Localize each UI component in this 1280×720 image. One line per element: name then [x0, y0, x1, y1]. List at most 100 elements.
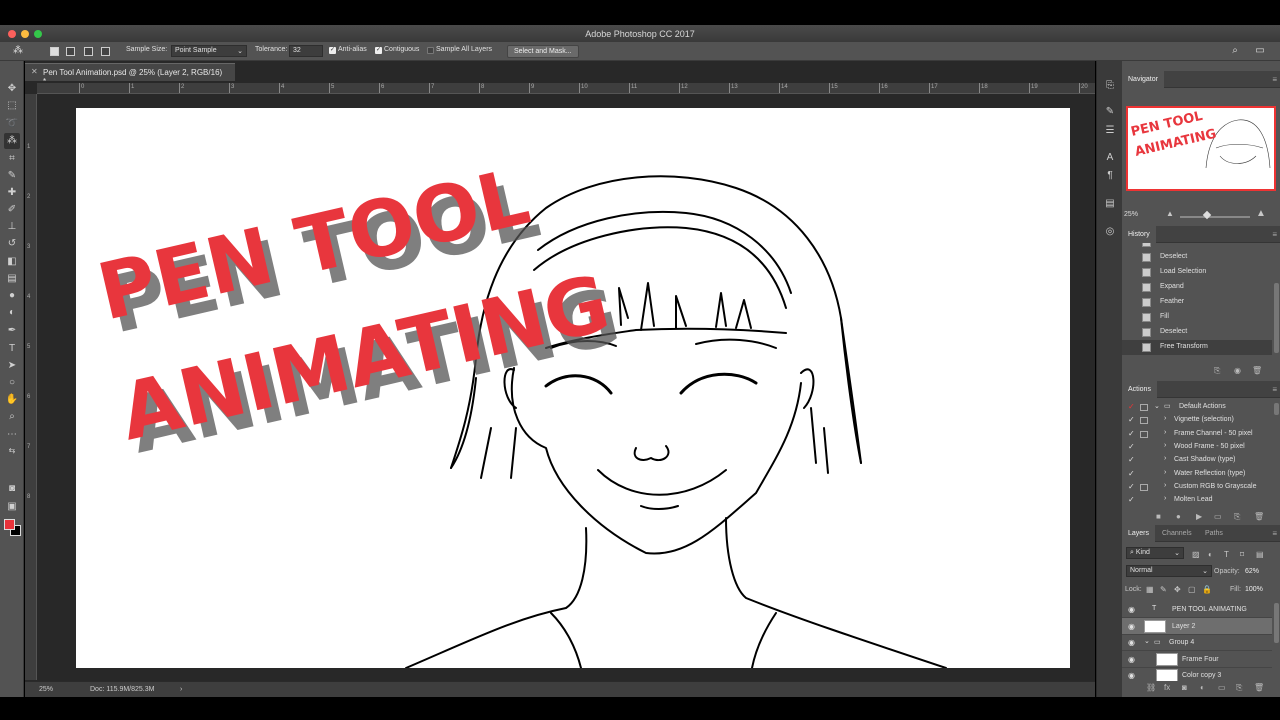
sample-size-select[interactable]: Point Sample ⌄	[171, 45, 247, 57]
screen-mode-icon[interactable]: ▣	[4, 499, 20, 515]
foreground-color-swatch[interactable]	[4, 519, 15, 530]
action-toggle-icon[interactable]: ✓	[1128, 469, 1135, 478]
history-item[interactable]: Free Transform	[1122, 340, 1272, 355]
delete-layer-icon[interactable]: 🗑	[1254, 683, 1264, 692]
history-item[interactable]: Fill	[1122, 310, 1272, 325]
contiguous-checkbox[interactable]: ✓	[375, 47, 382, 54]
lock-all-icon[interactable]: 🔒	[1202, 585, 1212, 594]
dialog-toggle-icon[interactable]	[1140, 404, 1148, 411]
select-and-mask-button[interactable]: Select and Mask...	[507, 45, 579, 58]
filter-adjustment-icon[interactable]: ◐	[1208, 550, 1213, 559]
visibility-eye-icon[interactable]: ◉	[1128, 638, 1135, 647]
zoom-tool-icon[interactable]: ⌕	[4, 409, 20, 425]
more-tools-icon[interactable]: ⋯	[4, 427, 20, 443]
lock-position-icon[interactable]: ✥	[1174, 585, 1181, 594]
tab-history[interactable]: History	[1122, 226, 1156, 243]
blur-tool-icon[interactable]: ●	[4, 288, 20, 304]
navigator-thumbnail[interactable]: PEN TOOL ANIMATING	[1126, 106, 1276, 191]
zoom-in-icon[interactable]: ▲	[1256, 208, 1266, 219]
delete-action-icon[interactable]: 🗑	[1254, 512, 1264, 521]
new-selection-mode-button[interactable]	[50, 47, 59, 56]
navigator-zoom-slider[interactable]	[1180, 216, 1250, 218]
dialog-toggle-icon[interactable]	[1140, 483, 1148, 491]
action-toggle-icon[interactable]: ✓	[1128, 429, 1135, 438]
lock-transparent-icon[interactable]: ▦	[1146, 585, 1154, 594]
layer-row[interactable]: ◉ Frame Four	[1122, 651, 1272, 668]
filter-type-icon[interactable]: T	[1224, 550, 1229, 559]
play-icon[interactable]: ▶	[1196, 512, 1202, 521]
stop-recording-icon[interactable]: ■	[1156, 512, 1161, 521]
action-item[interactable]: ✓ › Cast Shadow (type)	[1122, 454, 1272, 467]
libraries-icon[interactable]: ◎	[1103, 225, 1117, 239]
move-tool-icon[interactable]: ✥	[4, 81, 20, 97]
vertical-ruler[interactable]: 1 2 3 4 5 6 7 8	[25, 94, 37, 680]
chevron-down-icon[interactable]: ⌄	[1154, 402, 1160, 410]
chevron-right-icon[interactable]: ›	[1164, 482, 1166, 489]
anti-alias-checkbox[interactable]: ✓	[329, 47, 336, 54]
marquee-tool-icon[interactable]: ⬚	[4, 98, 20, 114]
workspace-icon[interactable]: ▭	[1254, 45, 1266, 57]
horizontal-ruler[interactable]: 0 1 2 3 4 5 6 7 8 9 10 11 12 13 14 15 16 17 18 19 20	[37, 83, 1095, 94]
history-item[interactable]: Clear	[1122, 243, 1272, 250]
action-item[interactable]: ✓ › Wood Frame - 50 pixel	[1122, 441, 1272, 454]
actions-scrollbar[interactable]	[1274, 403, 1279, 415]
new-document-from-state-icon[interactable]: ⎘	[1214, 366, 1220, 376]
fill-value[interactable]: 100%	[1245, 586, 1263, 593]
visibility-eye-icon[interactable]: ◉	[1128, 622, 1135, 631]
canvas[interactable]: PEN TOOL PEN TOOL ANIMATING ANIMATING	[76, 108, 1070, 668]
chevron-right-icon[interactable]: ›	[1164, 442, 1166, 449]
history-brush-tool-icon[interactable]: ↺	[4, 236, 20, 252]
search-icon[interactable]: ⌕	[1229, 45, 1241, 57]
dialog-toggle-icon[interactable]	[1140, 417, 1148, 425]
gradient-tool-icon[interactable]: ▤	[4, 271, 20, 287]
brush-tool-icon[interactable]: ✐	[4, 202, 20, 218]
action-item[interactable]: ✓ › Water Reflection (type)	[1122, 468, 1272, 481]
add-selection-mode-button[interactable]	[66, 47, 75, 56]
dodge-tool-icon[interactable]: ◐	[4, 305, 20, 321]
add-mask-icon[interactable]: ◙	[1182, 683, 1187, 692]
status-zoom[interactable]: 25%	[39, 686, 53, 693]
action-toggle-icon[interactable]: ✓	[1128, 482, 1135, 491]
visibility-eye-icon[interactable]: ◉	[1128, 671, 1135, 680]
history-scrollbar[interactable]	[1274, 283, 1279, 353]
dialog-toggle-icon[interactable]	[1140, 430, 1148, 438]
filter-shape-icon[interactable]: ⌑	[1240, 550, 1244, 559]
crop-tool-icon[interactable]: ⌗	[4, 151, 20, 167]
character-icon[interactable]: A	[1103, 151, 1117, 165]
status-arrow-icon[interactable]: ›	[180, 686, 182, 693]
visibility-eye-icon[interactable]: ◉	[1128, 605, 1135, 614]
brush-preset-icon[interactable]: ✎	[1103, 105, 1117, 119]
record-icon[interactable]: ●	[1176, 512, 1181, 521]
tab-paths[interactable]: Paths	[1199, 525, 1229, 542]
visibility-eye-icon[interactable]: ◉	[1128, 655, 1135, 664]
new-set-icon[interactable]: ▭	[1214, 512, 1222, 521]
intersect-selection-mode-button[interactable]	[101, 47, 110, 56]
tab-navigator[interactable]: Navigator	[1122, 71, 1164, 88]
layers-scrollbar[interactable]	[1274, 603, 1279, 643]
document-tab[interactable]: ✕ Pen Tool Animation.psd @ 25% (Layer 2,…	[25, 63, 235, 86]
close-document-icon[interactable]: ✕	[31, 67, 38, 76]
tab-layers[interactable]: Layers	[1122, 525, 1156, 542]
layer-row[interactable]: ◉ Color copy 3	[1122, 667, 1272, 681]
action-item[interactable]: ✓ › Vignette (selection)	[1122, 414, 1272, 427]
sample-all-layers-checkbox[interactable]	[427, 47, 434, 54]
opacity-value[interactable]: 62%	[1245, 568, 1259, 575]
properties-icon[interactable]: ⎘	[1103, 79, 1117, 93]
chevron-right-icon[interactable]: ›	[1164, 469, 1166, 476]
blend-mode-select[interactable]: Normal ⌄	[1126, 565, 1212, 577]
chevron-right-icon[interactable]: ›	[1164, 495, 1166, 502]
link-layers-icon[interactable]: ⛓	[1146, 683, 1156, 692]
layer-row[interactable]: ◉ Layer 2	[1122, 617, 1272, 635]
panel-menu-icon[interactable]: ≡	[1272, 75, 1277, 84]
action-item[interactable]: ✓ › Custom RGB to Grayscale	[1122, 481, 1272, 494]
pen-tool-icon[interactable]: ✒	[4, 323, 20, 339]
panel-menu-icon[interactable]: ≡	[1272, 230, 1277, 239]
new-action-icon[interactable]: ⎘	[1234, 512, 1240, 522]
action-item[interactable]: ✓ › Frame Channel - 50 pixel	[1122, 428, 1272, 441]
layer-row[interactable]: ◉ T PEN TOOL ANIMATING	[1122, 601, 1272, 618]
action-toggle-icon[interactable]: ✓	[1128, 415, 1135, 424]
new-group-icon[interactable]: ▭	[1218, 683, 1226, 692]
tab-actions[interactable]: Actions	[1122, 381, 1157, 398]
filter-pixel-icon[interactable]: ▨	[1192, 550, 1200, 559]
history-item[interactable]: Deselect	[1122, 325, 1272, 340]
